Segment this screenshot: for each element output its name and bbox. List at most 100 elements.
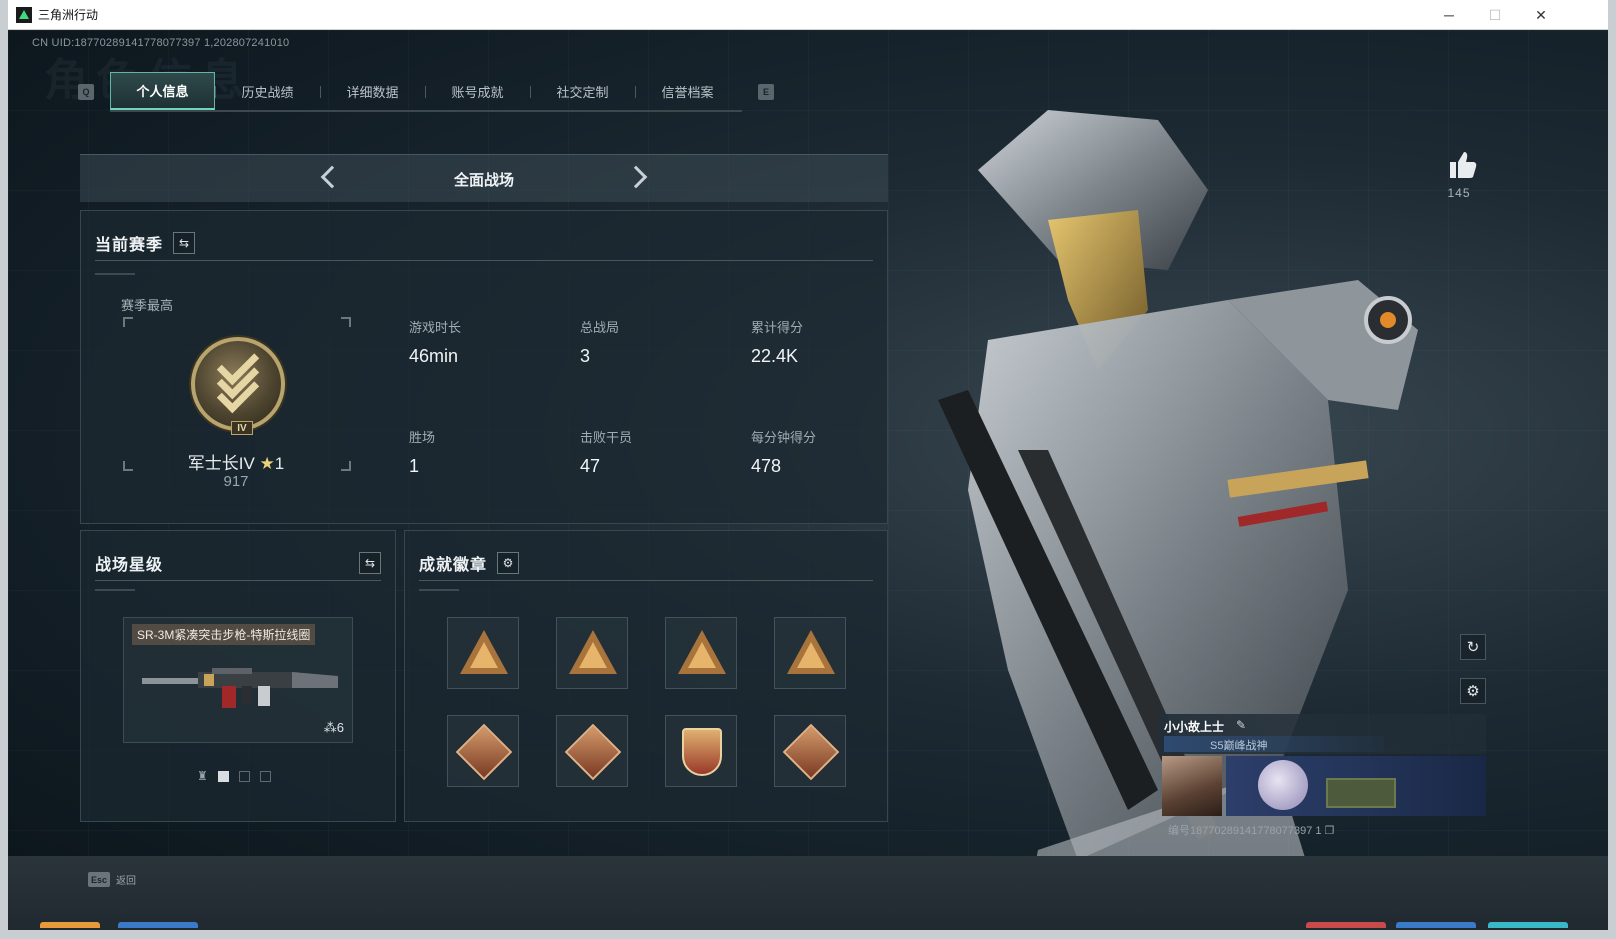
badge-slot[interactable] (665, 617, 737, 689)
namecard-header: 小小故上士 ✎ S5巅峰战神 (1158, 714, 1486, 754)
tab-match-history[interactable]: 历史战绩 (215, 72, 320, 110)
badge-slot[interactable] (774, 715, 846, 787)
triangle-gold-badge-icon (569, 630, 617, 674)
weapon-card[interactable]: SR-3M紧凑突击步枪-特斯拉线圈 ⁂6 (123, 617, 353, 743)
mode-selector: 全面战场 (80, 154, 888, 202)
window-title: 三角洲行动 (38, 8, 99, 22)
game-viewport: 角色信息 CN UID:18770289141778077397 1,20280… (8, 30, 1608, 930)
tab-credit-record[interactable]: 信誉档案 (635, 72, 740, 110)
refresh-icon[interactable]: ↻ (1460, 634, 1486, 660)
bottom-bar: Esc 返回 (8, 856, 1608, 930)
stat-value: 46min (409, 346, 459, 366)
switch-icon[interactable]: ⇆ (173, 231, 196, 254)
tab-detailed-data[interactable]: 详细数据 (320, 72, 425, 110)
stat-label: 胜场 (409, 430, 436, 445)
avatar[interactable] (1162, 756, 1222, 816)
rank-score: 917 (223, 473, 249, 490)
weapon-star-count: 6 (336, 720, 344, 735)
minimize-button[interactable]: ─ (1426, 0, 1472, 30)
star-level-icon: ⁂ (323, 720, 337, 735)
tab-social-customization[interactable]: 社交定制 (530, 72, 635, 110)
stat-wins: 胜场 1 (409, 427, 569, 477)
rank-name-row: 军士长IV ★1 (141, 449, 331, 474)
prev-tab-key-hint[interactable]: Q (78, 84, 94, 100)
weapon-type-icon: ♜ (197, 769, 208, 783)
maximize-button[interactable]: ☐ (1472, 0, 1518, 30)
namecard-banner (1226, 756, 1486, 816)
stat-value: 47 (580, 456, 601, 476)
tab-bar: Q 个人信息 历史战绩 详细数据 账号成就 社交定制 信誉档案 E (76, 72, 776, 112)
player-id-text: 编号18770289141778077397 1 (1168, 825, 1322, 837)
dragon-diamond-badge-icon (564, 723, 622, 781)
stat-label: 累计得分 (751, 320, 804, 335)
star-icon: ★ (259, 454, 275, 473)
back-button[interactable]: Esc 返回 (88, 872, 136, 887)
divider (95, 273, 135, 275)
rank-emblem-icon: IV (191, 337, 285, 435)
badge-slot[interactable] (447, 715, 519, 787)
stat-kills: 击败干员 47 (580, 427, 740, 477)
app-logo-icon (16, 6, 32, 23)
stat-play-time: 游戏时长 46min (409, 317, 569, 367)
season-panel-title: 当前赛季 (95, 236, 164, 254)
rank-name: 军士长IV (187, 454, 255, 473)
switch-icon[interactable]: ⇆ (359, 551, 381, 574)
pager-dot[interactable] (259, 770, 271, 782)
stat-value: 3 (580, 346, 591, 366)
stat-total-score: 累计得分 22.4K (751, 317, 911, 367)
weapon-pager: ♜ (197, 769, 271, 783)
title-bar: 三角洲行动 ─ ☐ ✕ (8, 0, 1608, 30)
stat-value: 1 (409, 456, 420, 476)
star-panel-header: 战场星级 ⇆ (95, 545, 381, 581)
close-button[interactable]: ✕ (1518, 0, 1564, 30)
badges-panel-title: 成就徽章 (419, 556, 488, 574)
copy-icon[interactable]: ❐ (1325, 825, 1335, 837)
wolf-diamond-badge-icon (782, 723, 840, 781)
next-tab-key-hint[interactable]: E (758, 84, 774, 100)
player-name: 小小故上士 (1164, 720, 1225, 734)
title-badge-bg (1164, 736, 1384, 752)
badge-slot[interactable] (665, 715, 737, 787)
like-count: 145 (1447, 186, 1471, 200)
pager-dot[interactable] (217, 770, 229, 782)
player-namecard[interactable]: 小小故上士 ✎ S5巅峰战神 (1158, 714, 1486, 822)
banner-character-image (1258, 760, 1308, 810)
taskbar-strip (118, 922, 198, 928)
rank-tier: IV (231, 421, 253, 435)
tab-personal-info[interactable]: 个人信息 (110, 72, 215, 110)
triangle-gold-badge-icon (678, 630, 726, 674)
settings-gear-icon[interactable]: ⚙ (1460, 678, 1486, 704)
badge-slot[interactable] (447, 617, 519, 689)
tab-account-achievements[interactable]: 账号成就 (425, 72, 530, 110)
divider (419, 589, 459, 591)
star-panel-title: 战场星级 (95, 556, 164, 574)
frame-corner (341, 461, 351, 471)
weapon-star-level: ⁂6 (324, 720, 344, 736)
stat-score-per-minute: 每分钟得分 478 (751, 427, 911, 477)
taskbar-strip (1306, 922, 1386, 928)
rifle-icon (142, 668, 338, 708)
season-best-label: 赛季最高 (121, 298, 174, 313)
divider (95, 589, 135, 591)
weapon-name: SR-3M紧凑突击步枪-特斯拉线圈 (132, 624, 316, 645)
player-title: S5巅峰战神 (1210, 740, 1268, 752)
pager-dot[interactable] (238, 770, 250, 782)
edit-pencil-icon[interactable]: ✎ (1236, 718, 1246, 732)
stat-label: 总战局 (580, 320, 620, 335)
badge-slot[interactable] (774, 617, 846, 689)
badge-slot[interactable] (556, 617, 628, 689)
taskbar-strip (1396, 922, 1476, 928)
back-label: 返回 (116, 876, 136, 887)
frame-corner (123, 317, 133, 327)
badge-slot[interactable] (556, 715, 628, 787)
player-id: 编号18770289141778077397 1 ❐ (1168, 822, 1334, 838)
battlefield-star-panel: 战场星级 ⇆ SR-3M紧凑突击步枪-特斯拉线圈 ⁂6 ♜ (80, 530, 396, 822)
uid-text: CN UID:18770289141778077397 1,2028072410… (32, 37, 290, 49)
achievement-badges-panel: 成就徽章 ⚙ (404, 530, 888, 822)
thumbs-up-icon[interactable] (1440, 150, 1480, 180)
taskbar-strip (1488, 922, 1568, 928)
tabs: 个人信息 历史战绩 详细数据 账号成就 社交定制 信誉档案 (110, 72, 742, 112)
frame-corner (341, 317, 351, 327)
stat-value: 22.4K (751, 346, 799, 366)
gear-icon[interactable]: ⚙ (497, 551, 520, 574)
